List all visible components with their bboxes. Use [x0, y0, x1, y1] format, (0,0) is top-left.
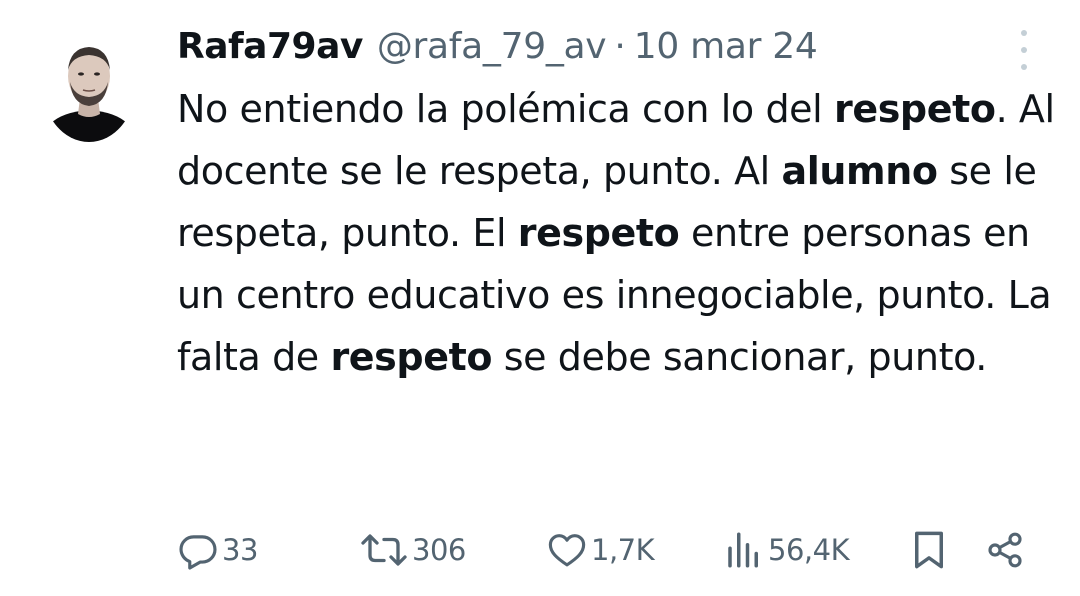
tweet-header: Rafa79av @rafa_79_av · 10 mar 24 [177, 22, 818, 72]
bookmark-button[interactable] [911, 522, 947, 578]
more-vertical-icon[interactable] [1010, 30, 1038, 70]
retweet-icon [361, 534, 407, 566]
heart-icon [548, 534, 586, 567]
like-count: 1,7K [591, 533, 655, 567]
reply-icon [179, 535, 217, 570]
tweet-text-bold-segment: respeto [517, 211, 680, 255]
views-count: 56,4K [768, 533, 850, 567]
tweet: Rafa79av @rafa_79_av · 10 mar 24 No enti… [0, 0, 1080, 596]
views-button[interactable]: 56,4K [723, 522, 850, 578]
action-bar: 33 306 1,7K 56,4K [177, 522, 1037, 578]
header-separator: · [614, 26, 626, 67]
retweet-count: 306 [412, 533, 466, 567]
avatar[interactable] [42, 26, 136, 142]
tweet-text-segment: No entiendo la polémica con lo del [177, 87, 834, 131]
tweet-text-bold-segment: respeto [330, 335, 493, 379]
more-dot [1021, 30, 1027, 36]
share-icon [988, 532, 1022, 568]
author-handle[interactable]: @rafa_79_av [377, 22, 607, 72]
views-icon [728, 532, 758, 568]
reply-count: 33 [222, 533, 258, 567]
tweet-text-bold-segment: alumno [781, 149, 938, 193]
share-button[interactable] [985, 522, 1025, 578]
more-dot [1021, 47, 1027, 53]
tweet-text-bold-segment: respeto [833, 87, 996, 131]
tweet-text-segment: se debe sancionar, punto. [492, 335, 988, 379]
bookmark-icon [915, 531, 943, 569]
retweet-button[interactable]: 306 [359, 522, 466, 578]
reply-button[interactable]: 33 [177, 522, 258, 578]
tweet-text: No entiendo la polémica con lo del respe… [177, 78, 1057, 388]
tweet-date[interactable]: 10 mar 24 [634, 22, 818, 72]
avatar-photo [42, 26, 136, 142]
like-button[interactable]: 1,7K [546, 522, 655, 578]
more-dot [1021, 64, 1027, 70]
author-display-name[interactable]: Rafa79av [177, 22, 363, 72]
